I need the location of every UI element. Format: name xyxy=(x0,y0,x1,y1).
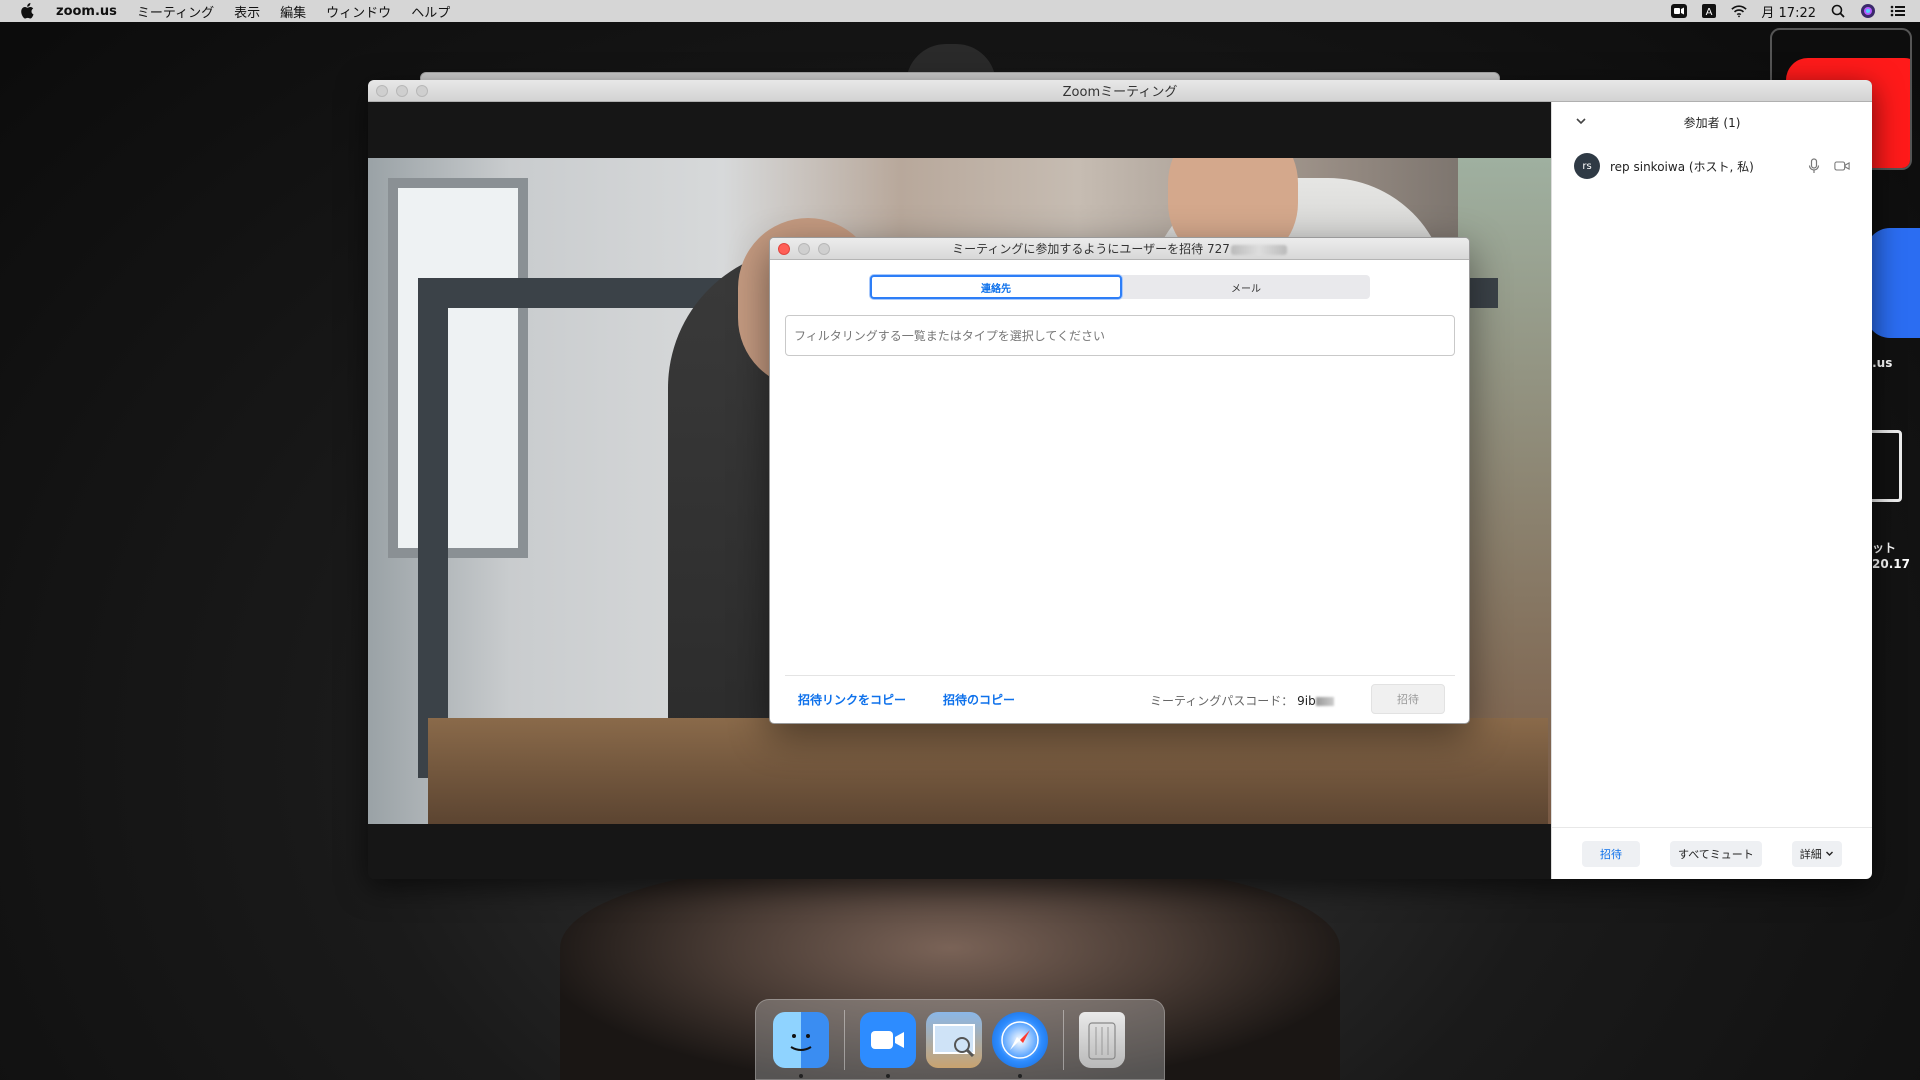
passcode-label: ミーティングパスコード： xyxy=(1150,694,1294,708)
invite-dialog-title: ミーティングに参加するようにユーザーを招待 727 xyxy=(952,240,1287,257)
meeting-passcode: ミーティングパスコード： 9ib xyxy=(1150,692,1334,709)
participant-name: rep sinkoiwa (ホスト, 私) xyxy=(1610,159,1754,174)
window-zoom-button[interactable] xyxy=(416,85,428,97)
preview-icon[interactable] xyxy=(926,1011,982,1068)
zoom-app-icon[interactable] xyxy=(860,1011,916,1078)
participants-footer: 招待 すべてミュート 詳細 xyxy=(1552,827,1872,879)
svg-text:A: A xyxy=(1706,7,1713,18)
dock-separator xyxy=(844,1009,845,1070)
spotlight-icon[interactable] xyxy=(1830,3,1846,19)
tab-email[interactable]: メール xyxy=(1122,275,1370,299)
finder-icon[interactable] xyxy=(773,1011,829,1078)
zoom-status-icon[interactable] xyxy=(1671,3,1688,19)
menu-app-name[interactable]: zoom.us xyxy=(56,4,117,19)
menubar-clock[interactable]: 月 17:22 xyxy=(1761,2,1816,21)
window-close-button[interactable] xyxy=(376,85,388,97)
desktop-screenshot-label: ット 20.17 xyxy=(1872,541,1910,571)
send-invite-button[interactable]: 招待 xyxy=(1371,684,1445,714)
more-button[interactable]: 詳細 xyxy=(1791,840,1842,867)
window-minimize-button[interactable] xyxy=(396,85,408,97)
participants-title: 参加者 (1) xyxy=(1683,115,1741,130)
avatar: rs xyxy=(1574,153,1600,179)
participants-header: 参加者 (1) xyxy=(1552,102,1872,142)
safari-icon[interactable] xyxy=(992,1011,1048,1078)
control-center-icon[interactable] xyxy=(1890,3,1906,19)
zoom-window-titlebar[interactable]: Zoomミーティング xyxy=(368,80,1872,102)
wifi-icon[interactable] xyxy=(1731,3,1748,19)
invite-dialog-footer: 招待リンクをコピー 招待のコピー ミーティングパスコード： 9ib 招待 xyxy=(770,676,1469,723)
video-frame-post xyxy=(418,278,448,778)
menu-view[interactable]: 表示 xyxy=(234,2,260,21)
video-background-window xyxy=(388,178,528,558)
chevron-down-icon[interactable] xyxy=(1574,114,1588,128)
dialog-close-button[interactable] xyxy=(778,243,790,255)
invite-dialog-titlebar[interactable]: ミーティングに参加するようにユーザーを招待 727 xyxy=(770,238,1469,260)
apple-icon[interactable] xyxy=(20,3,34,19)
video-bench xyxy=(428,718,1548,824)
microphone-icon[interactable] xyxy=(1806,158,1822,174)
invite-tab-control: 連絡先 メール xyxy=(870,275,1370,299)
copy-invitation-button[interactable]: 招待のコピー xyxy=(943,691,1015,708)
participant-row[interactable]: rs rep sinkoiwa (ホスト, 私) xyxy=(1552,148,1872,184)
status-area: A 月 17:22 xyxy=(1671,0,1906,22)
zoom-window-title: Zoomミーティング xyxy=(1062,85,1178,100)
menu-help[interactable]: ヘルプ xyxy=(411,2,450,21)
mute-all-button[interactable]: すべてミュート xyxy=(1670,840,1762,867)
trash-icon[interactable] xyxy=(1079,1011,1125,1068)
menu-window[interactable]: ウィンドウ xyxy=(326,2,391,21)
copy-invite-link-button[interactable]: 招待リンクをコピー xyxy=(798,691,906,708)
desktop-icon-blue[interactable] xyxy=(1866,228,1920,338)
participants-panel: 参加者 (1) rs rep sinkoiwa (ホスト, 私) 招待 すべてミ… xyxy=(1551,102,1872,879)
menu-bar: zoom.us ミーティング 表示 編集 ウィンドウ ヘルプ A 月 17:22 xyxy=(0,0,1920,22)
redacted-passcode xyxy=(1315,697,1334,706)
dialog-zoom-button[interactable] xyxy=(818,243,830,255)
chevron-down-icon xyxy=(1825,851,1833,856)
dock xyxy=(755,999,1165,1080)
siri-icon[interactable] xyxy=(1860,3,1876,19)
dock-separator xyxy=(1063,1009,1064,1070)
invite-button[interactable]: 招待 xyxy=(1582,840,1640,867)
menu-meeting[interactable]: ミーティング xyxy=(137,2,214,21)
passcode-value: 9ib xyxy=(1297,694,1316,708)
input-source-icon[interactable]: A xyxy=(1701,3,1717,19)
menu-edit[interactable]: 編集 xyxy=(280,2,306,21)
contact-filter-input[interactable] xyxy=(785,315,1455,356)
tab-contacts[interactable]: 連絡先 xyxy=(870,275,1122,299)
invite-dialog: ミーティングに参加するようにユーザーを招待 727 連絡先 メール 招待リンクを… xyxy=(769,237,1470,724)
redacted-meeting-id xyxy=(1230,244,1287,255)
dialog-minimize-button[interactable] xyxy=(798,243,810,255)
more-button-label: 詳細 xyxy=(1799,847,1822,861)
video-camera-icon[interactable] xyxy=(1834,158,1850,174)
